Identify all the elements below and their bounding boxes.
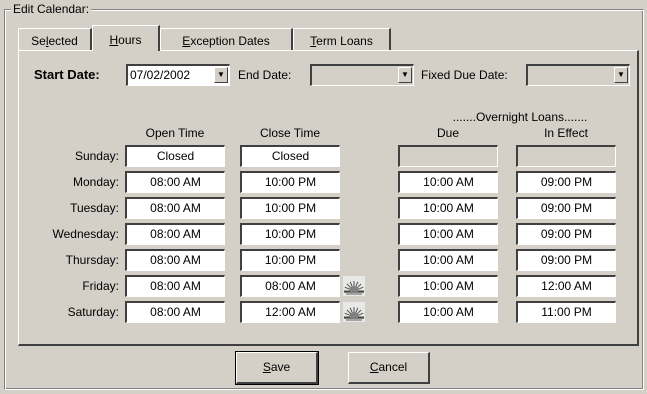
chevron-down-icon: ▼	[401, 70, 409, 79]
due-header: Due	[436, 126, 459, 140]
sunrise-icon	[343, 302, 365, 322]
open-time-field[interactable]: 08:00 AM	[125, 197, 225, 219]
overnight-in-effect-field[interactable]: 09:00 PM	[516, 171, 616, 193]
start-date-dropdown-button[interactable]: ▼	[214, 67, 228, 83]
overnight-due-field[interactable]: 10:00 AM	[398, 275, 498, 297]
cancel-label-rest: ancel	[378, 360, 408, 374]
end-date-combo[interactable]: ▼	[310, 64, 414, 86]
close-time-field[interactable]: 10:00 PM	[240, 197, 340, 219]
end-date-label: End Date:	[238, 68, 292, 82]
day-label: Monday:	[72, 175, 119, 189]
overnight-in-effect-field[interactable]: 12:00 AM	[516, 275, 616, 297]
sunrise-icon	[343, 276, 365, 296]
overnight-due-field[interactable]: 10:00 AM	[398, 197, 498, 219]
open-time-field[interactable]: 08:00 AM	[125, 301, 225, 323]
day-label: Saturday:	[67, 305, 119, 319]
overnight-due-field[interactable]: 10:00 AM	[398, 223, 498, 245]
end-date-dropdown-button[interactable]: ▼	[398, 67, 412, 83]
day-label: Sunday:	[74, 149, 119, 163]
close-time-field[interactable]: 10:00 PM	[240, 223, 340, 245]
open-time-field[interactable]: 08:00 AM	[125, 275, 225, 297]
cancel-button[interactable]: Cancel	[348, 352, 430, 384]
open-time-field[interactable]: 08:00 AM	[125, 249, 225, 271]
close-time-field[interactable]: 08:00 AM	[240, 275, 340, 297]
start-date-combo[interactable]: 07/02/2002 ▼	[126, 64, 230, 86]
overnight-in-effect-field[interactable]: 09:00 PM	[516, 223, 616, 245]
overnight-due-field[interactable]	[398, 145, 498, 167]
overnight-loans-header: .......Overnight Loans.......	[452, 110, 588, 124]
overnight-in-effect-field[interactable]: 09:00 PM	[516, 249, 616, 271]
overnight-due-field[interactable]: 10:00 AM	[398, 301, 498, 323]
day-label: Tuesday:	[70, 201, 119, 215]
close-time-field[interactable]: 10:00 PM	[240, 249, 340, 271]
start-date-label: Start Date:	[34, 67, 100, 82]
chevron-down-icon: ▼	[617, 70, 625, 79]
overnight-in-effect-field[interactable]: 11:00 PM	[516, 301, 616, 323]
overnight-in-effect-field[interactable]: 09:00 PM	[516, 197, 616, 219]
overnight-in-effect-field[interactable]	[516, 145, 616, 167]
save-button[interactable]: Save	[235, 351, 319, 385]
close-time-field[interactable]: 10:00 PM	[240, 171, 340, 193]
fixed-due-date-combo[interactable]: ▼	[526, 64, 630, 86]
save-mnemonic: S	[262, 360, 271, 374]
overnight-due-field[interactable]: 10:00 AM	[398, 249, 498, 271]
overnight-due-field[interactable]: 10:00 AM	[398, 171, 498, 193]
open-time-field[interactable]: Closed	[125, 145, 225, 167]
fixed-due-date-dropdown-button[interactable]: ▼	[614, 67, 628, 83]
close-time-field[interactable]: Closed	[240, 145, 340, 167]
save-label-rest: ave	[270, 360, 291, 374]
close-time-header: Close Time	[259, 126, 321, 140]
hours-content: Start Date: 07/02/2002 ▼ End Date: ▼ Fix…	[0, 0, 647, 394]
day-label: Thursday:	[65, 253, 119, 267]
in-effect-header: In Effect	[544, 126, 588, 140]
day-label: Wednesday:	[52, 227, 120, 241]
open-time-field[interactable]: 08:00 AM	[125, 171, 225, 193]
open-time-field[interactable]: 08:00 AM	[125, 223, 225, 245]
start-date-value: 07/02/2002	[130, 68, 191, 82]
chevron-down-icon: ▼	[217, 70, 225, 79]
close-time-field[interactable]: 12:00 AM	[240, 301, 340, 323]
open-time-header: Open Time	[145, 126, 205, 140]
fixed-due-date-label: Fixed Due Date:	[421, 68, 508, 82]
day-label: Friday:	[82, 279, 119, 293]
